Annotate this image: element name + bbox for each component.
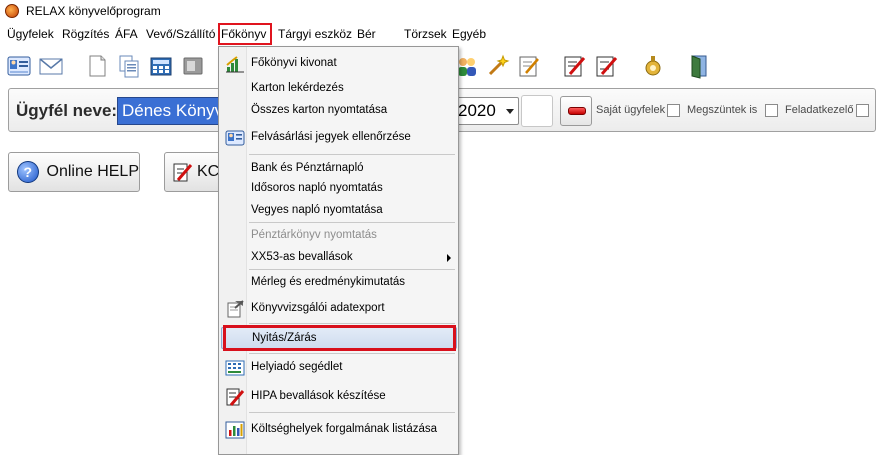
exit-door-icon[interactable] — [686, 53, 712, 79]
menu-item-konyvvizsgaloi-export[interactable]: Könyvvizsgálói adatexport — [221, 298, 457, 320]
id-card-icon — [225, 129, 245, 147]
menu-rogzites[interactable]: Rögzítés — [60, 25, 111, 43]
remove-button[interactable] — [560, 96, 592, 126]
menu-item-vegyes-naplo[interactable]: Vegyes napló nyomtatása — [221, 200, 457, 222]
copy-documents-icon[interactable] — [116, 53, 142, 79]
menu-item-label: Költséghelyek forgalmának listázása — [251, 423, 438, 435]
menu-separator — [249, 412, 455, 413]
menu-item-label: Karton lekérdezés — [251, 82, 344, 94]
menu-item-felvasarlasi-jegyek[interactable]: Felvásárlási jegyek ellenőrzése — [221, 127, 457, 149]
terminated-label: Megszüntek is — [687, 104, 758, 116]
menu-fokonyv[interactable]: Főkönyv — [218, 23, 272, 45]
menu-bar: Ügyfelek Rögzítés ÁFA Vevő/Szállító Főkö… — [0, 22, 882, 46]
ledger-chart-icon — [225, 55, 245, 73]
mail-icon[interactable] — [38, 53, 64, 79]
menu-item-osszes-karton[interactable]: Összes karton nyomtatása — [221, 100, 457, 122]
menu-separator — [249, 154, 455, 155]
menu-item-label: Könyvvizsgálói adatexport — [251, 302, 385, 314]
menu-egyeb[interactable]: Egyéb — [450, 25, 488, 43]
fokonyv-dropdown-menu: Főkönyvi kivonat Karton lekérdezés Össze… — [218, 46, 459, 455]
menu-separator — [249, 323, 455, 324]
toolbar-separator — [552, 54, 553, 78]
blank-button[interactable] — [521, 95, 553, 127]
menu-item-label: HIPA bevallások készítése — [251, 390, 386, 402]
menu-item-xx53-bevallasok[interactable]: XX53-as bevallások — [221, 247, 457, 269]
red-pen-form-icon[interactable] — [562, 53, 588, 79]
toolbar-separator — [630, 54, 631, 78]
menu-targyi-eszkoz[interactable]: Tárgyi eszköz — [276, 25, 354, 43]
export-document-icon — [225, 300, 245, 318]
menu-ber[interactable]: Bér — [355, 25, 378, 43]
online-help-button[interactable]: ? Online HELP — [8, 152, 140, 192]
task-manager-label: Feladatkezelő — [785, 104, 854, 116]
form-pen-icon — [225, 388, 245, 406]
menu-item-helyiado-segedlet[interactable]: Helyiadó segédlet — [221, 357, 457, 379]
menu-vevo-szallito[interactable]: Vevő/Szállító — [144, 25, 217, 43]
client-card-icon[interactable] — [6, 53, 32, 79]
highlight-frame — [223, 325, 456, 351]
client-name-label: Ügyfél neve: — [16, 101, 118, 120]
year-select[interactable]: 2020 — [453, 97, 519, 125]
kc-button[interactable]: KC — [164, 152, 224, 192]
menu-item-label: Helyiadó segédlet — [251, 361, 343, 373]
gray-document-icon[interactable] — [180, 53, 206, 79]
menu-item-label: Vegyes napló nyomtatása — [251, 204, 383, 216]
minus-icon — [568, 107, 586, 115]
kc-button-label: KC — [197, 163, 220, 180]
year-value: 2020 — [458, 101, 496, 120]
title-bar: RELAX könyvelőprogram — [0, 0, 882, 22]
toolbar-separator — [72, 54, 73, 78]
menu-item-label: XX53-as bevallások — [251, 251, 353, 263]
menu-item-label: Bank és Pénztárnapló — [251, 162, 364, 174]
menu-separator — [249, 222, 455, 223]
terminated-checkbox[interactable] — [765, 104, 778, 117]
menu-item-label: Mérleg és eredménykimutatás — [251, 276, 406, 288]
menu-item-koltseghelyek[interactable]: Költséghelyek forgalmának listázása — [221, 419, 457, 441]
menu-item-hipa-bevallasok[interactable]: HIPA bevallások készítése — [221, 386, 457, 408]
toolbar-separator — [676, 54, 677, 78]
menu-afa[interactable]: ÁFA — [113, 25, 140, 43]
edit-form-icon[interactable] — [516, 53, 542, 79]
calculator-icon[interactable] — [148, 53, 174, 79]
help-icon: ? — [17, 161, 39, 183]
menu-item-label: Pénztárkönyv nyomtatás — [251, 229, 377, 241]
menu-item-fokonyvi-kivonat[interactable]: Főkönyvi kivonat — [221, 53, 457, 75]
menu-item-bank-penztarnaplo[interactable]: Bank és Pénztárnapló — [221, 158, 457, 180]
new-document-icon[interactable] — [84, 53, 110, 79]
chevron-down-icon — [506, 109, 514, 114]
menu-item-label: Főkönyvi kivonat — [251, 57, 337, 69]
red-pen-form-2-icon[interactable] — [594, 53, 620, 79]
menu-item-penztarkonyv: Pénztárkönyv nyomtatás — [221, 225, 457, 247]
online-help-label: Online HELP — [46, 163, 140, 180]
own-clients-checkbox[interactable] — [667, 104, 680, 117]
window-title: RELAX könyvelőprogram — [26, 4, 161, 18]
menu-item-karton-lekerdezes[interactable]: Karton lekérdezés — [221, 78, 457, 100]
menu-item-label: Összes karton nyomtatása — [251, 104, 388, 116]
menu-torzsek[interactable]: Törzsek — [402, 25, 449, 43]
menu-item-idosoros-naplo[interactable]: Idősoros napló nyomtatás — [221, 178, 457, 200]
menu-separator — [249, 269, 455, 270]
calculator-sheet-icon — [225, 359, 245, 377]
menu-item-merleg-eredmeny[interactable]: Mérleg és eredménykimutatás — [221, 272, 457, 294]
bar-chart-icon — [225, 421, 245, 439]
own-clients-label: Saját ügyfelek — [596, 104, 666, 116]
menu-item-label: Idősoros napló nyomtatás — [251, 182, 383, 194]
red-pen-form-icon — [172, 161, 194, 183]
task-manager-checkbox[interactable] — [856, 104, 869, 117]
client-name-combo[interactable]: Dénes Könyv — [117, 97, 227, 125]
app-icon — [5, 4, 19, 18]
magic-wand-icon[interactable] — [484, 53, 510, 79]
menu-separator — [249, 353, 455, 354]
menu-item-label: Felvásárlási jegyek ellenőrzése — [251, 131, 411, 143]
submenu-arrow-icon — [447, 254, 451, 262]
settings-gear-icon[interactable] — [640, 53, 666, 79]
menu-ugyfelek[interactable]: Ügyfelek — [5, 25, 56, 43]
